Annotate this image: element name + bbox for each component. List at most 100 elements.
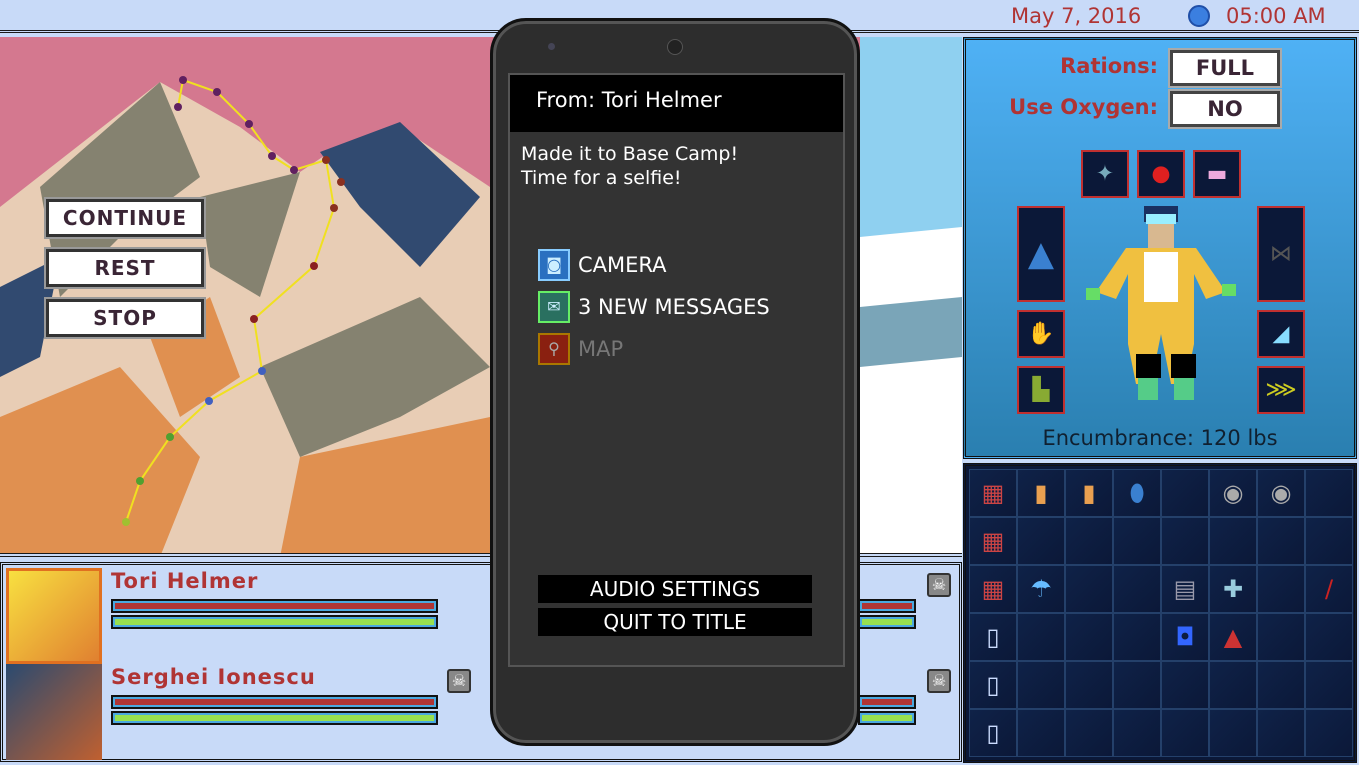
sleeping-bag-icon: ⬮	[1129, 479, 1145, 507]
inventory-cell[interactable]: ▦	[969, 469, 1017, 517]
oxygen-toggle[interactable]: NO	[1170, 91, 1280, 127]
message-line: Made it to Base Camp!	[521, 143, 739, 165]
skull-icon[interactable]: ☠	[927, 669, 951, 693]
message-sender: From: Tori Helmer	[510, 75, 843, 132]
energy-bar	[858, 615, 916, 629]
inventory-cell[interactable]: ▮	[1017, 469, 1065, 517]
slot-helmet[interactable]: ●	[1137, 150, 1185, 198]
food-ration-icon: ▦	[981, 479, 1005, 507]
date: May 7, 2016	[1011, 4, 1142, 28]
inventory-cell[interactable]	[1257, 613, 1305, 661]
stop-button[interactable]: STOP	[46, 299, 204, 337]
inventory-cell[interactable]: ⬮	[1113, 469, 1161, 517]
water-bottle-icon: ▯	[986, 623, 1000, 651]
inventory-cell[interactable]	[1017, 661, 1065, 709]
gloves-icon: ✋	[1027, 321, 1055, 347]
rest-button[interactable]: REST	[46, 249, 204, 287]
skull-icon[interactable]: ☠	[447, 669, 471, 693]
inventory-cell[interactable]: ▦	[969, 517, 1017, 565]
inventory-cell[interactable]: ▲	[1209, 613, 1257, 661]
cassette-player-icon: ▤	[1173, 575, 1197, 603]
slot-ascender[interactable]: ◢	[1257, 310, 1305, 358]
speaker-icon: ◉	[1222, 479, 1244, 507]
inventory-cell[interactable]: ▯	[969, 709, 1017, 757]
inventory-cell[interactable]: ◉	[1209, 469, 1257, 517]
siren-light-icon: ◘	[1175, 623, 1195, 651]
water-bottle-icon: ▯	[986, 719, 1000, 747]
inventory-cell[interactable]	[1305, 517, 1353, 565]
map-app[interactable]: ⚲ MAP	[538, 333, 623, 365]
rations-toggle[interactable]: FULL	[1170, 50, 1280, 86]
inventory-cell[interactable]	[1017, 613, 1065, 661]
inventory-cell[interactable]	[1065, 565, 1113, 613]
jacket-icon: ▲	[1027, 234, 1055, 274]
inventory-cell[interactable]: ▯	[969, 661, 1017, 709]
slot-gloves[interactable]: ✋	[1017, 310, 1065, 358]
inventory-cell[interactable]	[1065, 709, 1113, 757]
inventory-cell[interactable]	[1113, 565, 1161, 613]
food-ration-icon: ▦	[981, 527, 1005, 555]
inventory-cell[interactable]	[1209, 709, 1257, 757]
inventory-cell[interactable]	[1161, 661, 1209, 709]
portrait-serghei-ionescu[interactable]	[6, 664, 102, 760]
inventory-cell[interactable]	[1257, 709, 1305, 757]
inventory-cell[interactable]	[1113, 661, 1161, 709]
garden-gnome-icon: ▲	[1223, 623, 1243, 651]
inventory-cell[interactable]	[1257, 517, 1305, 565]
goggles-icon: ▬	[1206, 161, 1228, 187]
inventory-cell[interactable]	[1065, 517, 1113, 565]
audio-settings-button[interactable]: AUDIO SETTINGS	[538, 575, 812, 603]
slot-oxygen-mask[interactable]: ✦	[1081, 150, 1129, 198]
inventory-cell[interactable]	[1113, 613, 1161, 661]
inventory-cell[interactable]	[1017, 517, 1065, 565]
inventory-cell[interactable]	[1257, 565, 1305, 613]
inventory-cell[interactable]	[1161, 709, 1209, 757]
oxygen-tank-icon: ▮	[1082, 479, 1096, 507]
phone-speaker	[667, 39, 683, 55]
inventory-cell[interactable]	[1113, 517, 1161, 565]
slot-crampons[interactable]: ⋙	[1257, 366, 1305, 414]
water-bottle-icon: ▯	[986, 671, 1000, 699]
phone: From: Tori Helmer Made it to Base Camp! …	[490, 18, 860, 746]
messages-app[interactable]: ✉ 3 NEW MESSAGES	[538, 291, 770, 323]
inventory-cell[interactable]	[1305, 469, 1353, 517]
member-name: Serghei Ionescu	[111, 665, 316, 689]
oxygen-tank-icon: ▮	[1034, 479, 1048, 507]
inventory-cell[interactable]	[1065, 613, 1113, 661]
inventory-cell[interactable]: ◘	[1161, 613, 1209, 661]
inventory-cell[interactable]	[1161, 517, 1209, 565]
skull-icon[interactable]: ☠	[927, 573, 951, 597]
inventory-cell[interactable]	[1305, 661, 1353, 709]
portrait-tori-helmer[interactable]	[6, 568, 102, 664]
message-body: Made it to Base Camp! Time for a selfie!	[510, 132, 843, 190]
inventory-cell[interactable]: ✚	[1209, 565, 1257, 613]
inventory-cell[interactable]: ▦	[969, 565, 1017, 613]
inventory-cell[interactable]	[1161, 469, 1209, 517]
inventory-cell[interactable]	[1113, 709, 1161, 757]
slot-jacket[interactable]: ▲	[1017, 206, 1065, 302]
inventory-cell[interactable]: ▮	[1065, 469, 1113, 517]
inventory-cell[interactable]: ▯	[969, 613, 1017, 661]
slot-goggles[interactable]: ▬	[1193, 150, 1241, 198]
inventory-cell[interactable]	[1209, 661, 1257, 709]
inventory-cell[interactable]: ◉	[1257, 469, 1305, 517]
energy-bar	[858, 711, 916, 725]
crampons-icon: ⋙	[1265, 377, 1297, 403]
slot-boots[interactable]: ▙	[1017, 366, 1065, 414]
ascender-icon: ◢	[1272, 321, 1290, 347]
inventory-cell[interactable]	[1305, 613, 1353, 661]
slot-harness[interactable]: ⋈	[1257, 206, 1305, 302]
inventory-cell[interactable]: ▤	[1161, 565, 1209, 613]
health-bar	[111, 599, 438, 613]
quit-to-title-button[interactable]: QUIT TO TITLE	[538, 608, 812, 636]
inventory-cell[interactable]	[1305, 709, 1353, 757]
inventory-cell[interactable]	[1017, 709, 1065, 757]
continue-button[interactable]: CONTINUE	[46, 199, 204, 237]
umbrella-icon: ☂	[1030, 575, 1052, 603]
inventory-cell[interactable]: ☂	[1017, 565, 1065, 613]
inventory-cell[interactable]	[1209, 517, 1257, 565]
inventory-cell[interactable]	[1257, 661, 1305, 709]
inventory-cell[interactable]: /	[1305, 565, 1353, 613]
inventory-cell[interactable]	[1065, 661, 1113, 709]
camera-app[interactable]: ◙ CAMERA	[538, 249, 667, 281]
